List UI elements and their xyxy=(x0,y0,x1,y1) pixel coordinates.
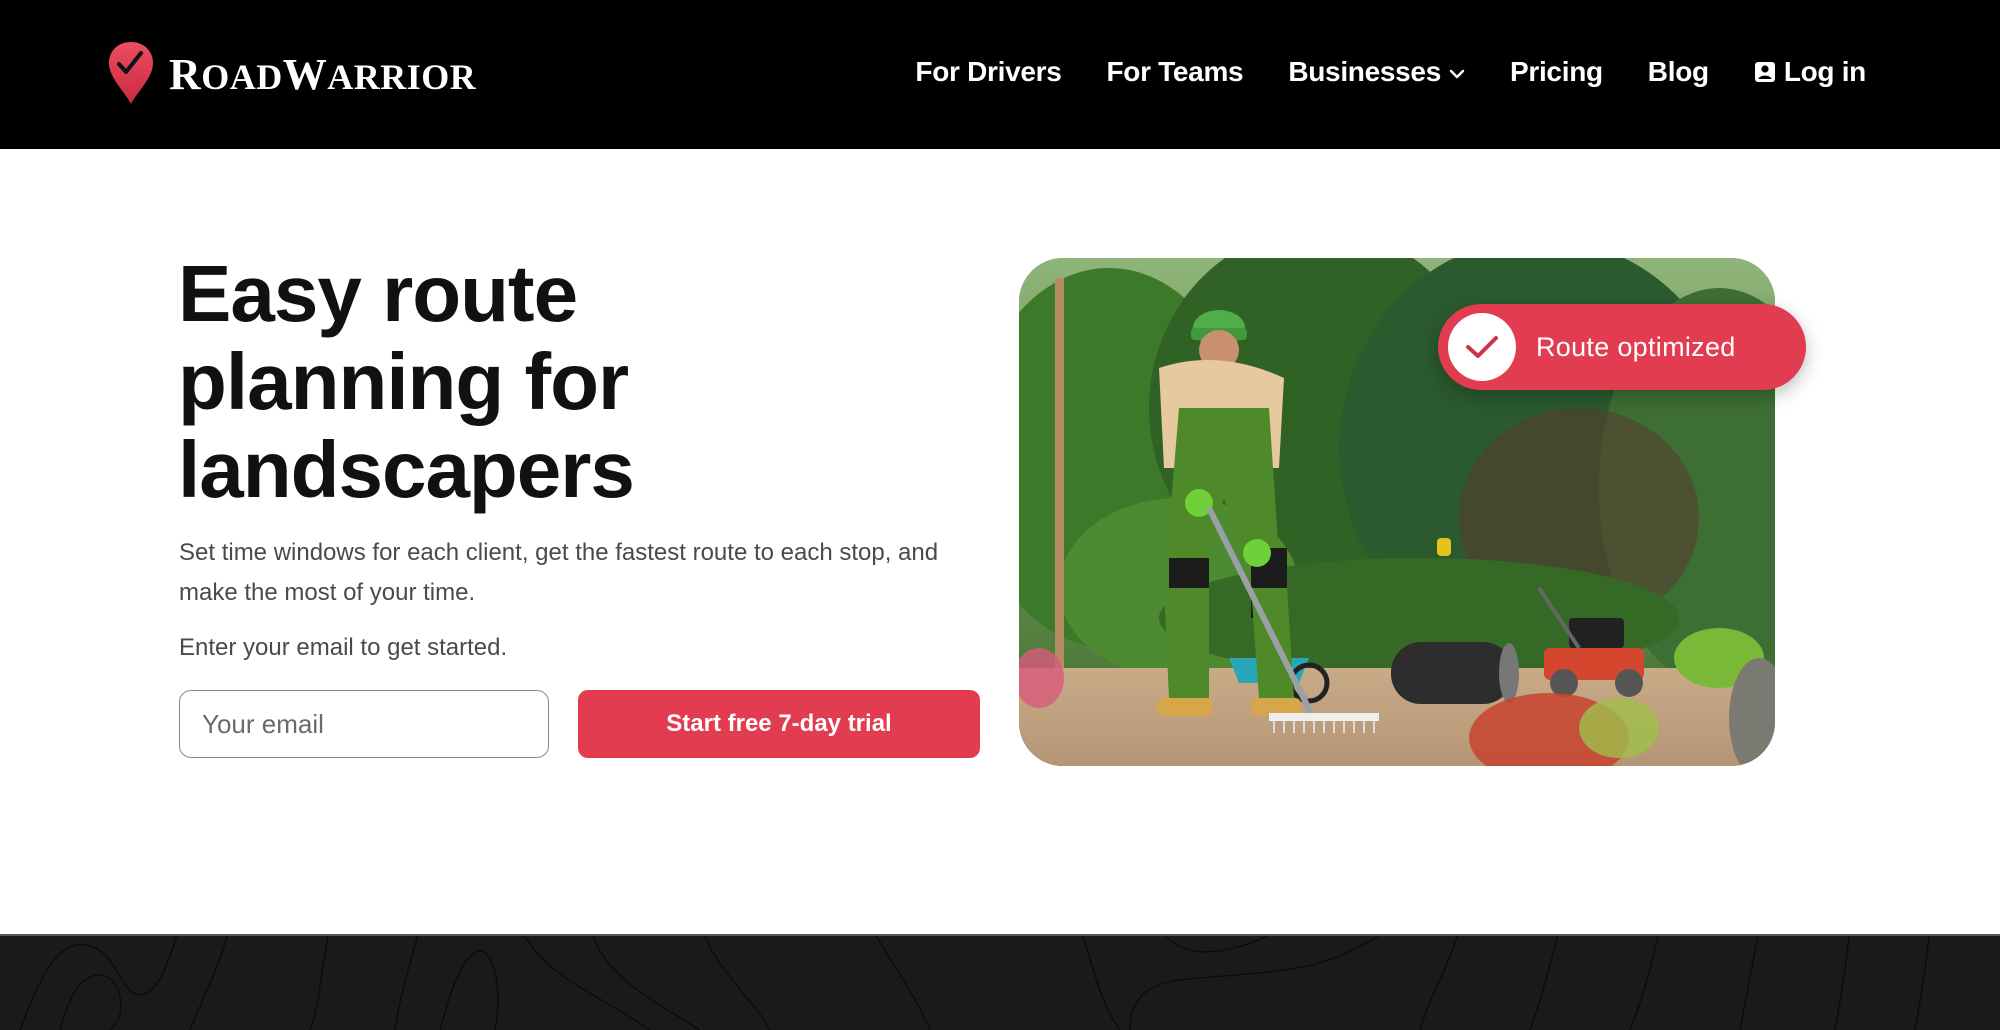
map-pin-check-icon xyxy=(109,42,153,104)
nav-for-teams[interactable]: For Teams xyxy=(1107,56,1244,88)
brand-name: ROADWARRIOR xyxy=(169,50,477,99)
checkmark-icon xyxy=(1448,313,1516,381)
route-optimized-badge: Route optimized xyxy=(1438,304,1806,390)
dark-section xyxy=(0,934,2000,1030)
email-input[interactable] xyxy=(179,690,549,758)
brand-logo[interactable]: ROADWARRIOR xyxy=(107,40,476,106)
chevron-down-icon xyxy=(1449,69,1465,79)
nav-blog[interactable]: Blog xyxy=(1648,56,1709,88)
user-account-icon xyxy=(1754,62,1775,82)
main-nav: For Drivers For Teams Businesses Pricing… xyxy=(915,52,1866,92)
nav-label: For Teams xyxy=(1106,56,1244,87)
badge-label: Route optimized xyxy=(1536,331,1736,362)
nav-businesses-dropdown[interactable]: Businesses xyxy=(1288,56,1465,88)
start-trial-button[interactable]: Start free 7-day trial xyxy=(578,690,980,758)
hero-title: Easy route planning for landscapers xyxy=(178,249,635,514)
nav-pricing[interactable]: Pricing xyxy=(1510,56,1603,88)
nav-label: Log in xyxy=(1783,56,1866,87)
nav-label: Blog xyxy=(1647,56,1709,87)
nav-for-drivers[interactable]: For Drivers xyxy=(915,56,1061,88)
nav-label: For Drivers xyxy=(915,56,1062,87)
nav-label: Pricing xyxy=(1509,56,1603,87)
email-prompt: Enter your email to get started. xyxy=(179,634,508,661)
nav-label: Businesses xyxy=(1288,56,1441,87)
hero-description: Set time windows for each client, get th… xyxy=(179,539,939,606)
nav-log-in[interactable]: Log in xyxy=(1754,56,1866,88)
topographic-pattern xyxy=(19,936,1930,1030)
site-header: ROADWARRIOR For Drivers For Teams Busine… xyxy=(0,0,2000,149)
